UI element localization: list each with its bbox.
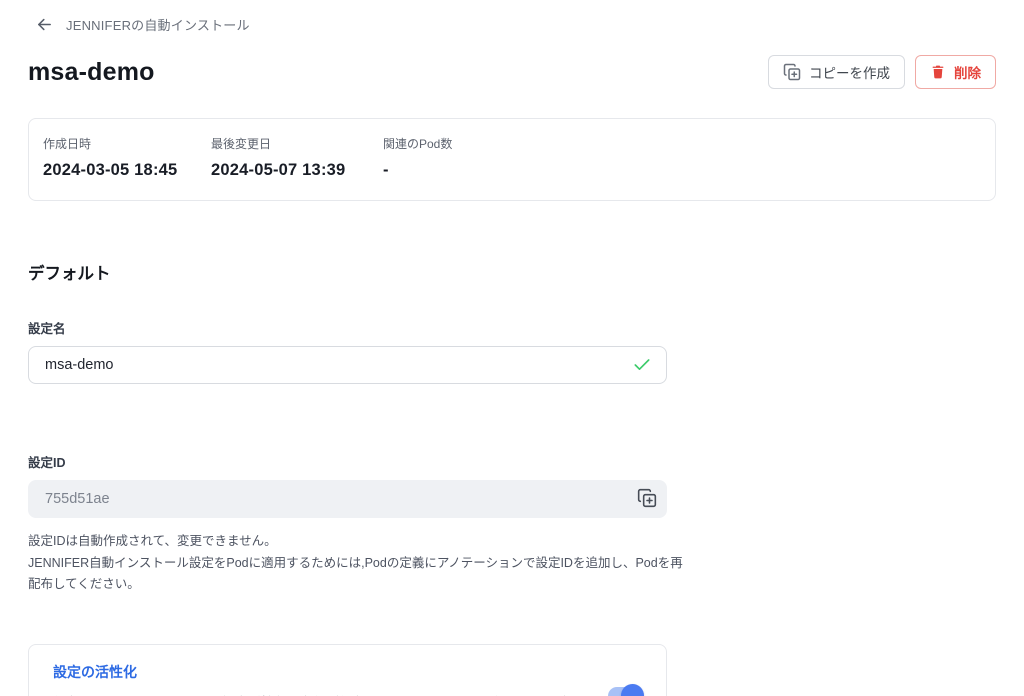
activation-card: 設定の活性化 保存ボタンをクリックすると設定活性化の有無が保存されます。Podを… (28, 644, 667, 696)
trash-icon (930, 64, 946, 80)
breadcrumb-label: JENNIFERの自動インストール (66, 15, 250, 34)
meta-pod-count-label: 関連のPod数 (383, 135, 981, 152)
name-input[interactable] (28, 346, 667, 384)
title-row: msa-demo コピーを作成 削除 (28, 55, 996, 89)
breadcrumb: JENNIFERの自動インストール (0, 0, 1024, 34)
header-actions: コピーを作成 削除 (768, 55, 996, 89)
copy-plus-icon (783, 63, 801, 81)
id-field-label: 設定ID (28, 452, 996, 471)
activation-title-link[interactable]: 設定の活性化 (53, 662, 584, 682)
page-title: msa-demo (28, 58, 155, 87)
main-content: msa-demo コピーを作成 削除 作成日時 2024-03-05 18:45… (0, 55, 1024, 696)
id-help-line-2: JENNIFER自動インストール設定をPodに適用するためには,Podの定義にア… (28, 553, 684, 596)
arrow-left-icon (36, 16, 53, 33)
meta-card: 作成日時 2024-03-05 18:45 最後変更日 2024-05-07 1… (28, 118, 996, 201)
meta-pod-count: 関連のPod数 - (383, 135, 981, 180)
back-button[interactable] (36, 16, 53, 33)
section-title-default: デフォルト (28, 260, 996, 284)
copy-id-button[interactable] (637, 488, 657, 508)
activation-toggle[interactable] (608, 687, 642, 696)
activation-texts: 設定の活性化 保存ボタンをクリックすると設定活性化の有無が保存されます。Podを… (53, 662, 584, 696)
meta-pod-count-value: - (383, 161, 981, 180)
toggle-knob-icon (621, 684, 644, 696)
id-field (28, 480, 667, 518)
create-copy-button[interactable]: コピーを作成 (768, 55, 905, 89)
meta-modified-label: 最後変更日 (211, 135, 383, 152)
delete-button[interactable]: 削除 (915, 55, 996, 89)
meta-modified: 最後変更日 2024-05-07 13:39 (211, 135, 383, 180)
meta-modified-value: 2024-05-07 13:39 (211, 161, 383, 180)
copy-plus-icon (637, 488, 657, 508)
delete-label: 削除 (954, 62, 981, 82)
name-field (28, 346, 667, 384)
meta-created-label: 作成日時 (43, 135, 211, 152)
id-input (28, 480, 667, 518)
name-field-label: 設定名 (28, 318, 996, 337)
meta-created: 作成日時 2024-03-05 18:45 (43, 135, 211, 180)
create-copy-label: コピーを作成 (809, 62, 890, 82)
id-help-line-1: 設定IDは自動作成されて、変更できません。 (28, 531, 684, 553)
activation-description: 保存ボタンをクリックすると設定活性化の有無が保存されます。Podを再配布すると反… (53, 692, 584, 696)
meta-created-value: 2024-03-05 18:45 (43, 161, 211, 180)
